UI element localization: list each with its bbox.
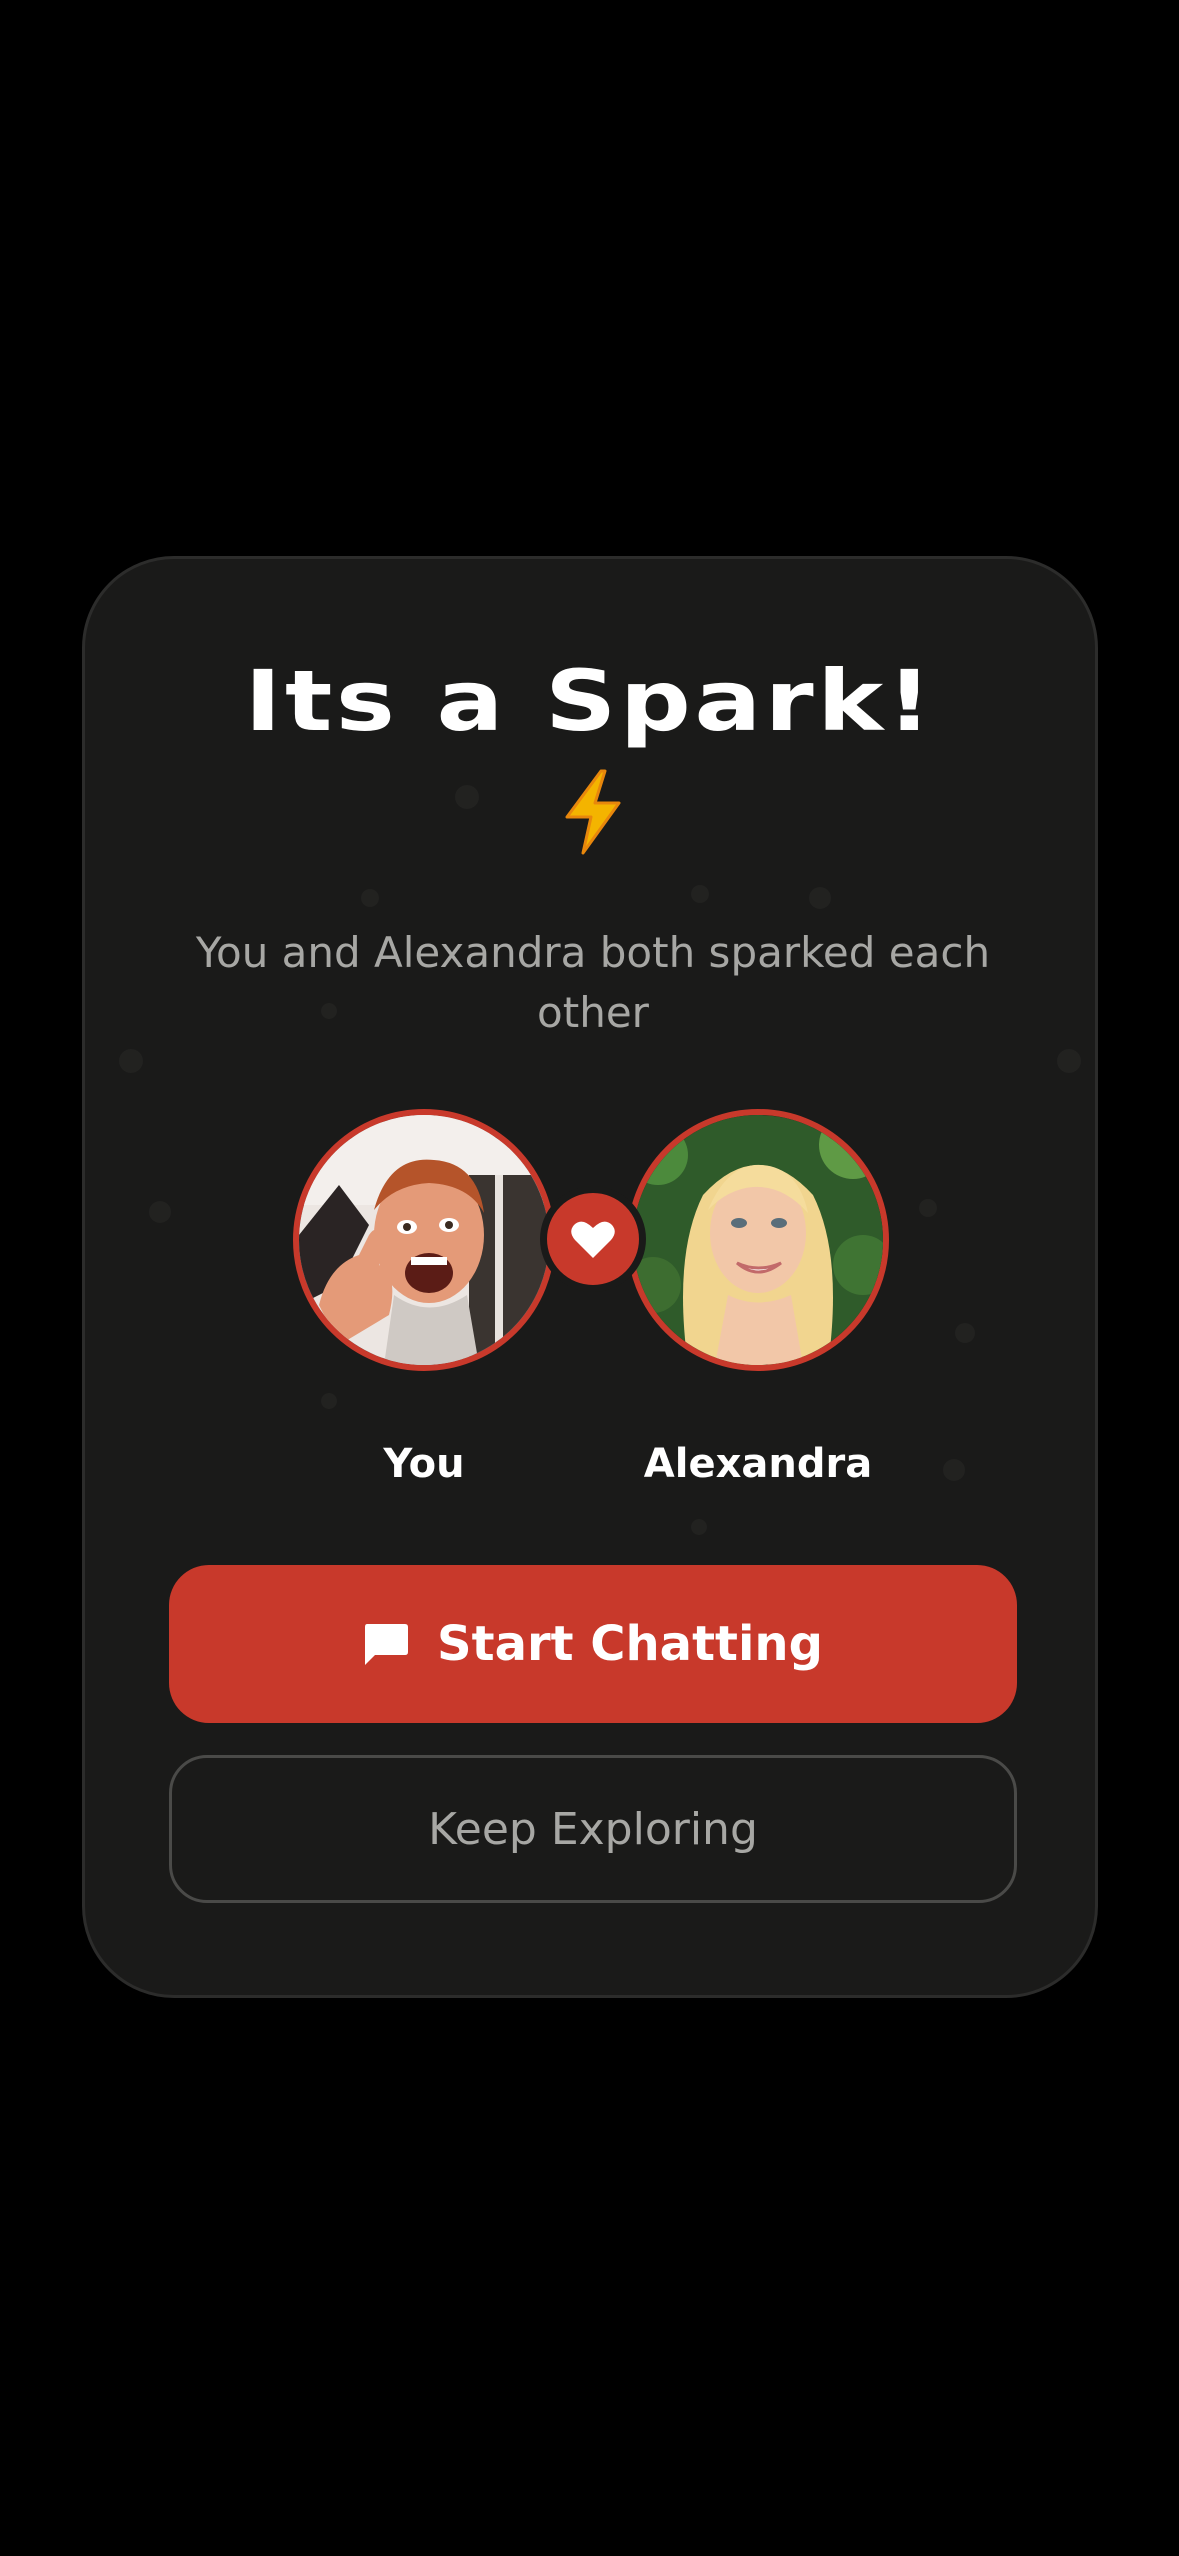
- background-dot: [943, 1459, 965, 1481]
- page-title: Its a Spark!: [244, 652, 936, 750]
- keep-exploring-label: Keep Exploring: [428, 1803, 758, 1855]
- background-dot: [149, 1201, 171, 1223]
- background-dot: [919, 1199, 937, 1217]
- heart-icon: [571, 1221, 615, 1258]
- match-subtitle: You and Alexandra both sparked each othe…: [195, 928, 991, 1037]
- background-dot: [321, 1393, 337, 1409]
- background-dot: [361, 889, 379, 907]
- background-dot: [809, 887, 831, 909]
- match-name-label: Alexandra: [643, 1441, 873, 1487]
- match-card: Its a Spark! You and Alexandra both spar…: [82, 556, 1098, 1998]
- keep-exploring-button[interactable]: Keep Exploring: [169, 1755, 1017, 1903]
- background-dot: [691, 1519, 707, 1535]
- match-avatar: [627, 1109, 889, 1371]
- screen: Its a Spark! You and Alexandra both spar…: [0, 0, 1179, 2556]
- background-dot: [955, 1323, 975, 1343]
- lightning-bolt-icon: [565, 769, 621, 855]
- start-chatting-label: Start Chatting: [437, 1616, 823, 1672]
- background-dot: [1057, 1049, 1081, 1073]
- user-avatar: [293, 1109, 555, 1371]
- background-dot: [455, 785, 479, 809]
- background-dot: [119, 1049, 143, 1073]
- start-chatting-button[interactable]: Start Chatting: [169, 1565, 1017, 1723]
- background-dot: [691, 885, 709, 903]
- chat-bubble-icon: [365, 1624, 409, 1665]
- user-name-label: You: [383, 1441, 465, 1487]
- heart-badge: [540, 1186, 646, 1292]
